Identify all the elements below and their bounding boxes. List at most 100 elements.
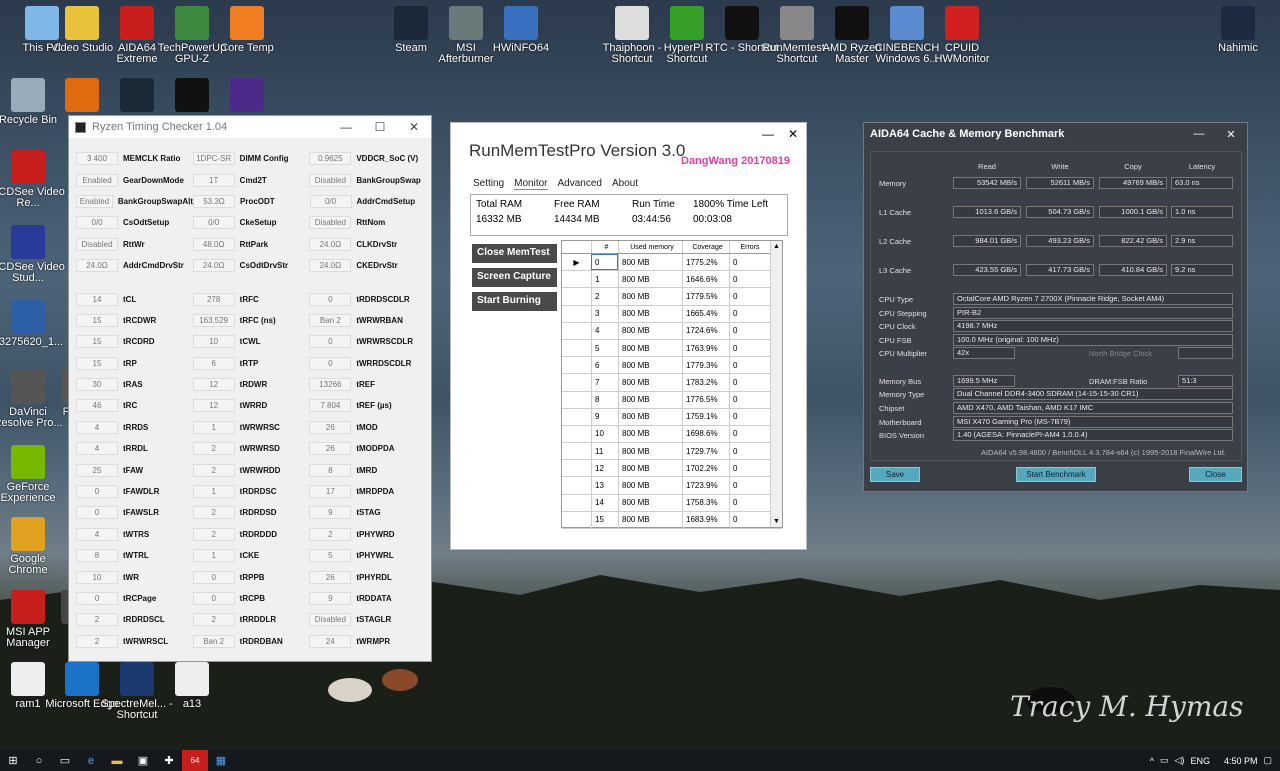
rtc-value-box: 2 — [192, 527, 235, 541]
rtc-field: 278 tRFC — [192, 292, 310, 306]
desktop-icon[interactable]: Google Chrome — [0, 517, 66, 576]
task-view-icon[interactable]: ▭ — [52, 750, 78, 771]
rtc-field: 2 tRDRDSD — [192, 506, 310, 520]
table-row[interactable]: 7 800 MB 1783.2% 0 — [562, 374, 782, 392]
cpu-multiplier-label: CPU Multiplier — [879, 349, 927, 358]
table-row[interactable]: 2 800 MB 1779.5% 0 — [562, 288, 782, 306]
volume-icon[interactable]: ◁) — [1175, 755, 1185, 766]
tab-advanced[interactable]: Advanced — [558, 178, 602, 190]
aida-title: AIDA64 Cache & Memory Benchmark — [870, 128, 1065, 140]
bench-value: 49769 MB/s — [1099, 177, 1167, 189]
table-row[interactable]: 9 800 MB 1759.1% 0 — [562, 408, 782, 426]
table-row[interactable]: 10 800 MB 1698.6% 0 — [562, 425, 782, 444]
screen-capture-button[interactable]: Screen Capture — [472, 268, 557, 287]
rtc-field: 17 tMRDPDA — [309, 485, 426, 499]
table-row[interactable]: 15 800 MB 1683.9% 0 — [562, 511, 782, 529]
rtc-value-box: 25 — [76, 463, 118, 477]
desktop-icon[interactable]: ACDSee Video Re... — [0, 150, 66, 209]
search-icon[interactable]: ○ — [26, 750, 52, 771]
tab-monitor[interactable]: Monitor — [514, 178, 548, 190]
store-taskbar-icon[interactable]: ▣ — [130, 750, 156, 771]
explorer-taskbar-icon[interactable]: ▬ — [104, 750, 130, 771]
rtc-label: tPHYWRL — [356, 551, 394, 561]
table-row[interactable]: 1 800 MB 1646.6% 0 — [562, 271, 782, 289]
desktop-icon[interactable]: Core Temp — [209, 6, 285, 54]
table-row[interactable]: 4 800 MB 1724.6% 0 — [562, 322, 782, 340]
rtc-label: tWRMPR — [356, 636, 391, 646]
table-row[interactable]: 14 800 MB 1758.3% 0 — [562, 494, 782, 512]
close-memtest-button[interactable]: Close MemTest — [472, 244, 557, 263]
rtc-label: CKEDrvStr — [356, 261, 398, 271]
rtc-field: 8 tWTRL — [76, 549, 193, 563]
language-indicator[interactable]: ENG — [1190, 756, 1210, 766]
table-cell: 1698.6% — [682, 425, 729, 443]
desktop-icon[interactable] — [209, 78, 285, 115]
table-row[interactable]: 12 800 MB 1702.2% 0 — [562, 460, 782, 478]
minimize-icon[interactable]: — — [329, 120, 363, 134]
maximize-icon[interactable]: ☐ — [363, 120, 397, 134]
start-icon[interactable]: ⊞ — [0, 750, 26, 771]
table-cell: 0 — [729, 460, 767, 477]
table-row[interactable]: 5 800 MB 1763.9% 0 — [562, 339, 782, 358]
app-icon — [11, 445, 45, 479]
minimize-icon[interactable]: — — [1183, 128, 1215, 141]
rtc-row: 0 tFAWDLR 1 tRDRDSC 17 tMRDPDA — [76, 481, 426, 502]
rtc-taskbar-icon[interactable]: ✚ — [156, 750, 182, 771]
desktop-icon[interactable]: CPUID HWMonitor — [924, 6, 1000, 65]
header-latency: Latency — [1188, 162, 1216, 171]
table-cell: 1665.4% — [682, 305, 729, 322]
save-button[interactable]: Save — [870, 467, 920, 482]
table-row[interactable]: ▶ 0 800 MB 1775.2% 0 — [562, 254, 782, 272]
chevron-up-icon[interactable]: ^ — [1150, 756, 1154, 766]
memory-type-label: Memory Type — [879, 390, 925, 399]
cpuz-taskbar-icon[interactable]: ▦ — [208, 750, 234, 771]
rtc-field: 2 tWRWRSCL — [76, 634, 193, 648]
rtc-value-box: 0.9625 — [309, 152, 352, 166]
network-icon[interactable]: ▭ — [1160, 755, 1169, 766]
close-icon[interactable]: ✕ — [397, 120, 431, 134]
desktop-icon[interactable]: a13 — [154, 662, 230, 710]
desktop-icon[interactable]: Nahimic — [1200, 6, 1276, 54]
aida-panel: Read Write Copy Latency Memory 53542 MB/s… — [870, 151, 1242, 461]
rtc-value-box: Enabled — [76, 194, 113, 208]
table-cell: 800 MB — [618, 357, 682, 374]
close-icon[interactable]: ✕ — [788, 127, 798, 141]
close-icon[interactable]: ✕ — [1215, 128, 1247, 141]
ryzen-timing-checker-window: Ryzen Timing Checker 1.04 — ☐ ✕ 3 400 MEMCL… — [68, 115, 432, 662]
rtc-field: 1T Cmd2T — [192, 173, 310, 187]
table-row[interactable]: 6 800 MB 1779.3% 0 — [562, 357, 782, 375]
rtc-value-box: 9 — [309, 506, 352, 520]
table-scrollbar[interactable]: ▲ ▼ — [770, 241, 782, 527]
start-burning-button[interactable]: Start Burning — [472, 292, 557, 311]
table-cell: 800 MB — [618, 374, 682, 391]
start-benchmark-button[interactable]: Start Benchmark — [1016, 467, 1096, 482]
table-row[interactable]: 11 800 MB 1729.7% 0 — [562, 443, 782, 461]
dram-ratio-label: DRAM:FSB Ratio — [1089, 377, 1148, 386]
aida-titlebar[interactable]: AIDA64 Cache & Memory Benchmark — ✕ — [864, 123, 1247, 145]
edge-taskbar-icon[interactable]: e — [78, 750, 104, 771]
table-row[interactable]: 8 800 MB 1776.5% 0 — [562, 391, 782, 409]
aida64-taskbar-icon[interactable]: 64 — [182, 750, 208, 771]
tab-about[interactable]: About — [612, 178, 638, 190]
rtc-label: tRCDWR — [123, 315, 157, 325]
table-cell: 1723.9% — [682, 477, 729, 494]
close-button[interactable]: Close — [1189, 467, 1242, 482]
table-row[interactable]: 3 800 MB 1665.4% 0 — [562, 305, 782, 323]
desktop-icon[interactable]: 43275620_1... — [0, 300, 66, 348]
rtc-titlebar[interactable]: Ryzen Timing Checker 1.04 — ☐ ✕ — [69, 116, 431, 138]
rtc-row: 4 tWTRS 2 tRDRDDD 2 tPHYWRD — [76, 524, 426, 545]
desktop-icon[interactable]: GeForce Experience — [0, 445, 66, 504]
desktop-icon[interactable]: ACDSee Video Stud... — [0, 225, 66, 284]
rtc-label: tWRWRSCL — [123, 636, 169, 646]
tab-setting[interactable]: Setting — [473, 178, 504, 190]
notifications-icon[interactable]: ▢ — [1263, 755, 1272, 766]
desktop-icon-label: Recycle Bin — [0, 114, 58, 126]
clock[interactable]: 4:50 PM — [1224, 756, 1258, 766]
rtc-field: 9 tSTAG — [309, 506, 426, 520]
rtc-field: Disabled RttNom — [309, 216, 426, 230]
rtc-row: 2 tRDRDSCL 2 tRRDDLR Disabled tSTAGLR — [76, 609, 426, 630]
desktop-icon[interactable]: HWiNFO64 — [483, 6, 559, 54]
minimize-icon[interactable]: — — [762, 127, 774, 141]
rtc-value-box: 12 — [192, 378, 235, 392]
table-row[interactable]: 13 800 MB 1723.9% 0 — [562, 477, 782, 495]
